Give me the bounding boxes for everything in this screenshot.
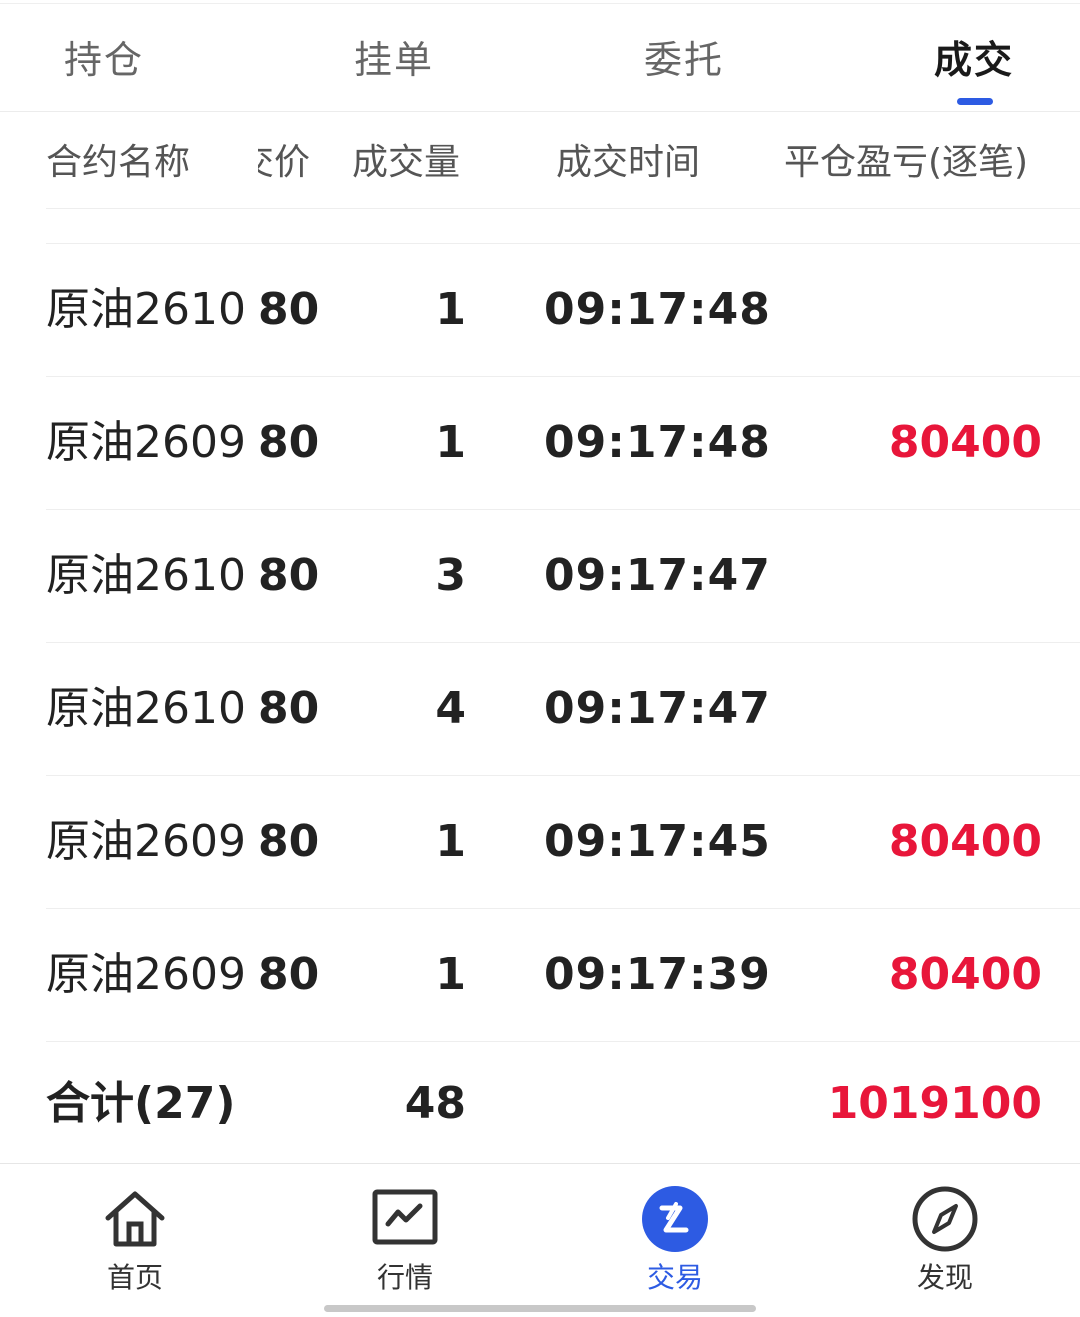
- table-row[interactable]: 原油2610 80 4 09:17:47: [46, 643, 1080, 776]
- trade-price: 80: [258, 683, 320, 734]
- header-qty: 成交量: [352, 142, 461, 183]
- tab-pending-orders[interactable]: 挂单: [354, 30, 434, 90]
- active-tab-indicator: [957, 98, 993, 105]
- trade-time: 09:17:39: [544, 949, 771, 1000]
- table-row[interactable]: 原油2610 80 1 09:17:48: [46, 244, 1080, 377]
- total-row: 合计(27) 48 1019100: [46, 1044, 1080, 1164]
- trade-time: 09:17:45: [544, 816, 771, 867]
- header-name: 合约名称: [46, 142, 191, 183]
- close-pnl: [782, 546, 1042, 606]
- table-row[interactable]: 原油2609 80 1 09:17:45 80400: [46, 776, 1080, 909]
- header-price: 成交价: [258, 142, 310, 183]
- table-header: 合约名称 成交价 成交量 成交时间 平仓盈亏(逐笔): [0, 112, 1080, 210]
- trade-time: 09:17:48: [544, 417, 771, 468]
- nav-home-label: 首页: [106, 1261, 163, 1294]
- trade-time: 09:17:47: [544, 683, 771, 734]
- table-row[interactable]: 原油2609 80 1 09:17:39 80400: [46, 909, 1080, 1042]
- nav-market[interactable]: 行情: [315, 1164, 495, 1314]
- trade-price: 80: [258, 550, 320, 601]
- total-qty: 48: [404, 1078, 466, 1129]
- trade-list: 原油2610 80 1 09:17:48 原油2609 80 1 09:17:4…: [0, 244, 1080, 1042]
- trade-price: 80: [258, 284, 320, 335]
- trade-price: 80: [258, 417, 320, 468]
- trade-qty: 1: [435, 816, 466, 867]
- trade-qty: 4: [435, 683, 466, 734]
- nav-discover[interactable]: 发现: [855, 1164, 1035, 1314]
- contract-name: 原油2610: [46, 550, 246, 601]
- nav-trade[interactable]: 交易: [585, 1164, 765, 1314]
- nav-market-label: 行情: [376, 1261, 433, 1294]
- close-pnl: 80400: [888, 816, 1042, 867]
- chart-icon: [372, 1189, 438, 1245]
- top-divider: [0, 3, 1080, 4]
- gesture-home-bar[interactable]: [324, 1305, 756, 1312]
- contract-name: 原油2609: [46, 949, 246, 1000]
- contract-name: 原油2610: [46, 284, 246, 335]
- close-pnl: [782, 679, 1042, 739]
- trade-qty: 1: [435, 417, 466, 468]
- header-time: 成交时间: [556, 142, 701, 183]
- close-pnl: [782, 280, 1042, 340]
- trade-icon: [642, 1186, 708, 1252]
- close-pnl: 80400: [888, 417, 1042, 468]
- trade-price: 80: [258, 816, 320, 867]
- contract-name: 原油2610: [46, 683, 246, 734]
- trade-price: 80: [258, 949, 320, 1000]
- nav-home[interactable]: 首页: [45, 1164, 225, 1314]
- nav-discover-label: 发现: [916, 1261, 973, 1294]
- tab-orders[interactable]: 委托: [644, 30, 724, 90]
- total-label: 合计(27): [46, 1078, 236, 1129]
- bottom-nav: 首页 行情 交易 发现: [0, 1163, 1080, 1317]
- trade-qty: 3: [435, 550, 466, 601]
- table-row[interactable]: 原油2609 80 1 09:17:48 80400: [46, 377, 1080, 510]
- header-divider: [46, 208, 1080, 209]
- contract-name: 原油2609: [46, 417, 246, 468]
- trade-qty: 1: [435, 949, 466, 1000]
- table-row[interactable]: 原油2610 80 3 09:17:47: [46, 510, 1080, 643]
- tab-trades[interactable]: 成交: [934, 30, 1014, 90]
- close-pnl: 80400: [888, 949, 1042, 1000]
- compass-icon: [912, 1186, 978, 1252]
- total-pnl: 1019100: [827, 1078, 1042, 1129]
- header-pnl: 平仓盈亏(逐笔): [784, 142, 1029, 183]
- top-tab-bar: 持仓 挂单 委托 成交: [0, 0, 1080, 112]
- trade-time: 09:17:48: [544, 284, 771, 335]
- tab-positions[interactable]: 持仓: [64, 30, 144, 90]
- nav-trade-label: 交易: [646, 1261, 703, 1294]
- trade-qty: 1: [435, 284, 466, 335]
- trade-time: 09:17:47: [544, 550, 771, 601]
- home-icon: [105, 1191, 165, 1247]
- contract-name: 原油2609: [46, 816, 246, 867]
